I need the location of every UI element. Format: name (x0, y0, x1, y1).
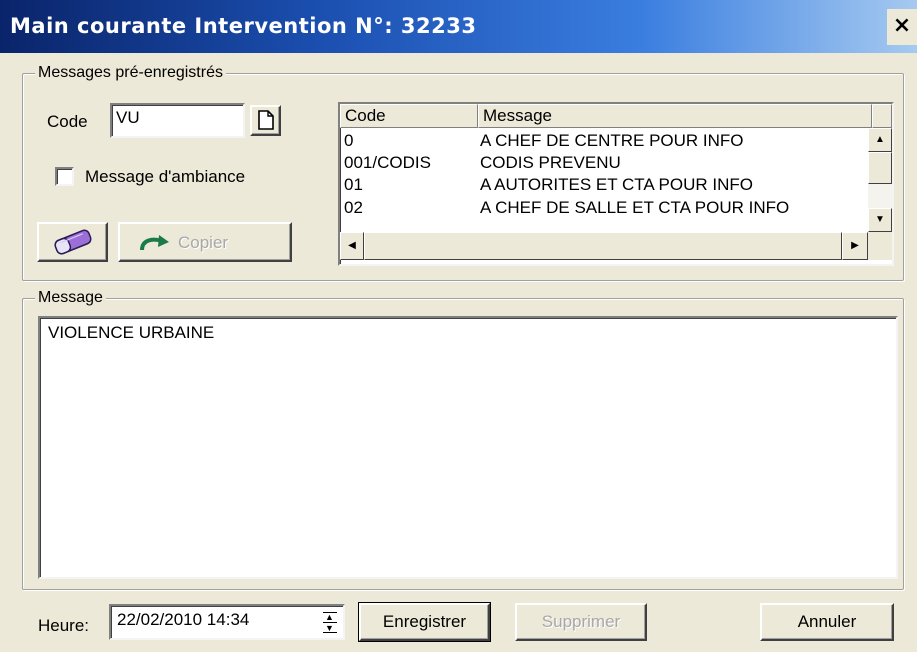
message-textarea[interactable]: VIOLENCE URBAINE (38, 316, 898, 579)
close-icon: × (892, 13, 912, 38)
title-bar: Main courante Intervention N°: 32233 × (0, 0, 917, 53)
copy-label: Copier (178, 233, 229, 252)
scroll-thumb[interactable] (868, 152, 892, 184)
scrollbar-corner (868, 232, 892, 260)
scroll-thumb-horizontal[interactable] (364, 232, 842, 260)
row-message: A CHEF DE SALLE ET CTA POUR INFO (480, 198, 790, 217)
table-row[interactable]: 0 A CHEF DE CENTRE POUR INFO (340, 129, 868, 153)
code-input[interactable]: VU (110, 103, 245, 138)
table-row[interactable]: 01 A AUTORITES ET CTA POUR INFO (340, 173, 868, 197)
partial-row (340, 218, 868, 232)
row-code: 0 (344, 131, 354, 150)
heure-datetime-input[interactable]: 22/02/2010 14:34 ▲ ▼ (109, 604, 345, 640)
grid-header-message[interactable]: Message (478, 104, 872, 128)
row-message: CODIS PREVENU (480, 153, 621, 172)
close-button[interactable]: × (887, 9, 917, 45)
curved-arrow-icon (140, 235, 169, 251)
cancel-button[interactable]: Annuler (760, 603, 894, 641)
cancel-label: Annuler (797, 612, 857, 631)
heure-value: 22/02/2010 14:34 (117, 610, 250, 629)
grid-header-code[interactable]: Code (340, 104, 478, 128)
message-text: VIOLENCE URBAINE (48, 323, 215, 342)
table-row[interactable]: 02 A CHEF DE SALLE ET CTA POUR INFO (340, 196, 868, 220)
row-message: A CHEF DE CENTRE POUR INFO (480, 131, 744, 150)
spin-updown-icon[interactable]: ▲ ▼ (321, 610, 339, 634)
horizontal-scrollbar[interactable]: ◀ ▶ (340, 232, 868, 260)
eraser-icon (54, 229, 92, 255)
message-legend: Message (35, 288, 106, 308)
code-label: Code (47, 112, 88, 131)
window-title: Main courante Intervention N°: 32233 (10, 14, 477, 38)
table-row[interactable]: 001/CODIS CODIS PREVENU (340, 151, 868, 175)
ambiance-label: Message d'ambiance (85, 167, 246, 186)
scroll-left-icon[interactable]: ◀ (340, 232, 364, 260)
save-label: Enregistrer (382, 612, 467, 631)
page-icon (258, 110, 274, 130)
heure-label: Heure: (38, 616, 90, 635)
grid-header-corner (872, 104, 892, 128)
copy-button[interactable]: Copier (118, 222, 292, 262)
ambiance-checkbox[interactable] (55, 167, 74, 186)
row-code: 001/CODIS (344, 153, 431, 172)
preset-messages-grid[interactable]: Code Message 0 A CHEF DE CENTRE POUR INF… (338, 102, 894, 266)
preset-messages-legend: Messages pré-enregistrés (35, 63, 226, 83)
save-button[interactable]: Enregistrer (358, 602, 491, 642)
scroll-up-icon[interactable]: ▲ (868, 128, 892, 152)
code-input-value: VU (116, 108, 140, 127)
row-code: 02 (344, 198, 363, 217)
scroll-down-icon[interactable]: ▼ (868, 208, 892, 232)
delete-label: Supprimer (541, 612, 621, 631)
vertical-scrollbar[interactable]: ▲ ▼ (868, 128, 892, 232)
new-code-button[interactable] (250, 105, 281, 136)
row-message: A AUTORITES ET CTA POUR INFO (480, 175, 753, 194)
delete-button[interactable]: Supprimer (515, 603, 647, 641)
row-code: 01 (344, 175, 363, 194)
eraser-button[interactable] (37, 222, 108, 262)
scroll-right-icon[interactable]: ▶ (842, 232, 868, 260)
